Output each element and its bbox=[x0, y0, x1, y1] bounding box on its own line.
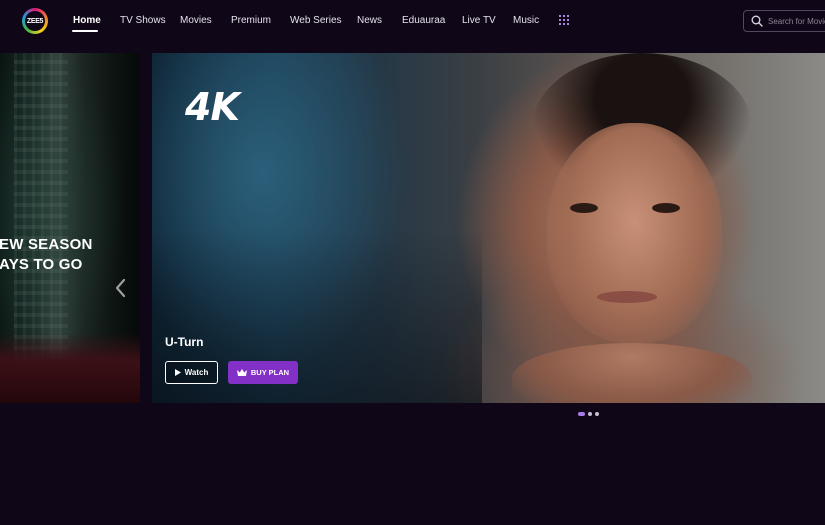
hero-image-face bbox=[547, 123, 722, 343]
pagination-dot-2[interactable] bbox=[588, 412, 592, 416]
nav-item-tv-shows[interactable]: TV Shows bbox=[120, 15, 166, 26]
nav-item-web-series[interactable]: Web Series bbox=[290, 15, 342, 26]
carousel-pagination bbox=[578, 412, 599, 416]
hero-image-eye-left bbox=[570, 203, 598, 213]
watch-button[interactable]: Watch bbox=[165, 361, 218, 384]
prev-slide-line2: DAYS TO GO bbox=[0, 256, 83, 273]
nav-item-news[interactable]: News bbox=[357, 15, 382, 26]
search-box[interactable] bbox=[743, 10, 825, 32]
buy-plan-button[interactable]: BUY PLAN bbox=[228, 361, 298, 384]
search-input[interactable] bbox=[768, 14, 825, 28]
pagination-dot-1[interactable] bbox=[578, 412, 585, 416]
crown-icon bbox=[236, 369, 247, 376]
hero-image-hands bbox=[512, 343, 752, 403]
4k-badge: 4K bbox=[185, 85, 240, 129]
nav-item-music[interactable]: Music bbox=[513, 15, 539, 26]
logo-text: ZEE5 bbox=[25, 11, 45, 31]
watch-button-label: Watch bbox=[184, 368, 209, 377]
buy-plan-label: BUY PLAN bbox=[250, 368, 290, 377]
carousel-prev-slide[interactable]: NEW SEASON DAYS TO GO bbox=[0, 53, 140, 403]
show-title: U-Turn bbox=[165, 335, 204, 349]
top-navigation-bar: ZEE5 Home TV Shows Movies Premium Web Se… bbox=[0, 0, 825, 46]
zee5-logo[interactable]: ZEE5 bbox=[22, 8, 48, 34]
nav-item-home[interactable]: Home bbox=[73, 15, 101, 26]
pagination-dot-3[interactable] bbox=[595, 412, 599, 416]
nav-item-live-tv[interactable]: Live TV bbox=[462, 15, 496, 26]
carousel-current-slide[interactable]: 4K U-Turn Watch BUY PLAN bbox=[152, 53, 825, 403]
nav-item-premium[interactable]: Premium bbox=[231, 15, 271, 26]
chevron-left-icon[interactable] bbox=[112, 277, 128, 299]
grid-icon[interactable] bbox=[559, 15, 569, 25]
prev-slide-text: NEW SEASON DAYS TO GO bbox=[0, 235, 93, 275]
search-icon bbox=[751, 15, 763, 27]
nav-item-eduauraa[interactable]: Eduauraa bbox=[402, 15, 445, 26]
play-icon bbox=[174, 369, 181, 376]
active-nav-underline bbox=[72, 30, 98, 32]
red-floor-image bbox=[0, 333, 140, 403]
prev-slide-line1: NEW SEASON bbox=[0, 236, 93, 253]
nav-item-movies[interactable]: Movies bbox=[180, 15, 212, 26]
hero-image-eye-right bbox=[652, 203, 680, 213]
hero-image-mouth bbox=[597, 291, 657, 303]
